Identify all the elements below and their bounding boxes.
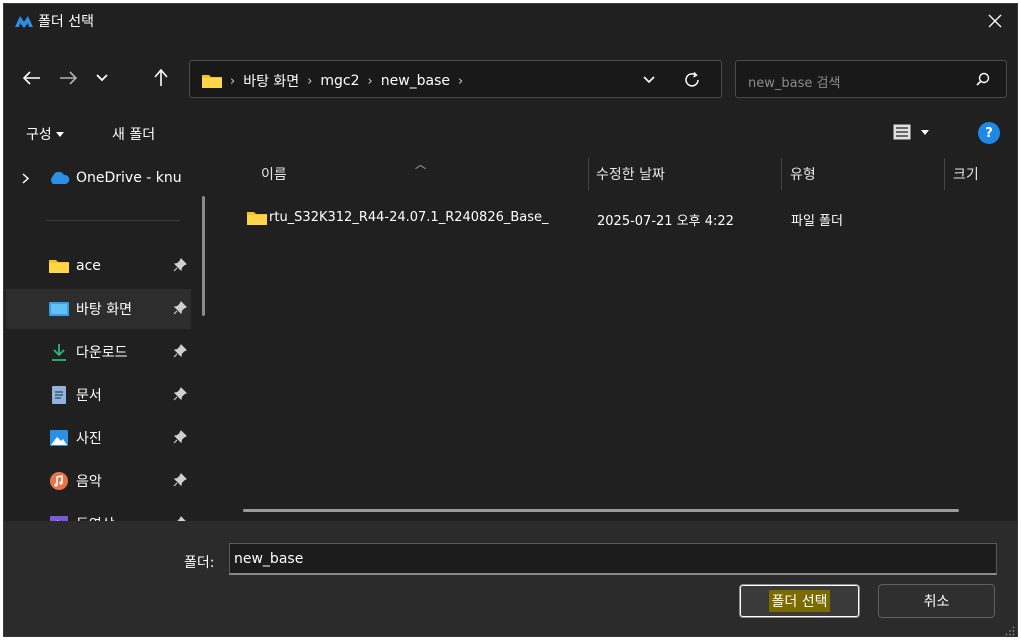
sidebar-item-downloads[interactable]: 다운로드 bbox=[6, 332, 191, 372]
pin-icon bbox=[173, 258, 187, 272]
sidebar-item-label: 바탕 화면 bbox=[76, 302, 132, 318]
forward-button[interactable] bbox=[54, 66, 82, 90]
file-type: 파일 폴더 bbox=[791, 214, 843, 229]
chevron-down-icon bbox=[96, 74, 108, 82]
list-view-icon bbox=[893, 124, 911, 140]
sidebar-item-label: 다운로드 bbox=[76, 345, 128, 361]
folder-icon bbox=[202, 75, 222, 88]
recent-locations-button[interactable] bbox=[88, 66, 116, 90]
sidebar-item-music[interactable]: 음악 bbox=[6, 461, 191, 501]
breadcrumb-desktop[interactable]: 바탕 화면 bbox=[243, 71, 299, 91]
cancel-button[interactable]: 취소 bbox=[878, 584, 995, 618]
arrow-left-icon bbox=[23, 71, 40, 85]
sidebar-item-label: OneDrive - knu bbox=[76, 170, 182, 186]
sidebar-item-desktop[interactable]: 바탕 화면 bbox=[6, 289, 191, 329]
window-title: 폴더 선택 bbox=[38, 14, 94, 30]
resize-grip-icon[interactable] bbox=[1005, 626, 1015, 636]
pictures-icon bbox=[48, 429, 70, 447]
breadcrumb-separator-icon[interactable]: › bbox=[458, 74, 463, 89]
chevron-down-icon bbox=[643, 76, 655, 84]
search-box[interactable]: new_base 검색 bbox=[735, 60, 1007, 98]
sort-ascending-icon: ︿ bbox=[415, 158, 426, 171]
sidebar-item-pictures[interactable]: 사진 bbox=[6, 418, 191, 458]
pin-icon bbox=[173, 430, 187, 444]
breadcrumb: › 바탕 화면 › mgc2 › new_base › bbox=[228, 71, 465, 91]
help-button[interactable]: ? bbox=[978, 122, 1000, 144]
column-header-name[interactable]: 이름 bbox=[261, 164, 287, 184]
download-icon bbox=[48, 343, 70, 361]
back-button[interactable] bbox=[18, 66, 46, 90]
sidebar-item-ace[interactable]: ace bbox=[6, 246, 191, 286]
column-divider[interactable] bbox=[588, 158, 589, 190]
breadcrumb-mgc2[interactable]: mgc2 bbox=[320, 73, 359, 89]
pin-icon bbox=[173, 344, 187, 358]
organize-menu-button[interactable]: 구성 bbox=[26, 124, 64, 144]
dialog-footer: 폴더: 폴더 선택 취소 bbox=[4, 521, 1017, 636]
file-modified: 2025-07-21 오후 4:22 bbox=[597, 214, 734, 229]
horizontal-scrollbar[interactable] bbox=[243, 509, 959, 512]
folder-name-input[interactable] bbox=[229, 543, 997, 575]
sidebar-item-label: 음악 bbox=[76, 474, 102, 490]
sidebar-scrollbar[interactable] bbox=[202, 196, 205, 316]
column-divider[interactable] bbox=[781, 158, 782, 190]
breadcrumb-new-base[interactable]: new_base bbox=[381, 73, 450, 89]
sidebar-item-label: 사진 bbox=[76, 431, 102, 447]
new-folder-button[interactable]: 새 폴더 bbox=[112, 124, 155, 144]
close-button[interactable] bbox=[973, 4, 1017, 38]
breadcrumb-separator-icon: › bbox=[230, 73, 236, 89]
pin-icon bbox=[173, 301, 187, 315]
organize-label: 구성 bbox=[26, 127, 52, 143]
sidebar-item-label: ace bbox=[76, 258, 101, 274]
sidebar-item-videos[interactable]: 동영상 bbox=[6, 504, 191, 522]
document-icon bbox=[48, 386, 70, 404]
folder-picker-dialog: 폴더 선택 › 바탕 화면 › mgc2 › new_base › new_ba… bbox=[3, 3, 1018, 637]
sidebar-item-label: 문서 bbox=[76, 388, 102, 404]
search-placeholder: new_base 검색 bbox=[748, 76, 841, 91]
view-options-button[interactable] bbox=[893, 124, 929, 140]
sidebar-item-documents[interactable]: 문서 bbox=[6, 375, 191, 415]
folder-field-label: 폴더: bbox=[184, 555, 215, 571]
navigation-bar: › 바탕 화면 › mgc2 › new_base › new_base 검색 bbox=[4, 56, 1017, 102]
music-icon bbox=[48, 472, 70, 490]
pin-icon bbox=[173, 387, 187, 401]
address-history-button[interactable] bbox=[639, 70, 659, 90]
desktop-icon bbox=[48, 300, 70, 318]
command-bar: 구성 새 폴더 ? bbox=[4, 116, 1017, 150]
folder-icon bbox=[247, 212, 267, 225]
up-button[interactable] bbox=[147, 66, 175, 90]
file-list: ︿ 이름 수정한 날짜 유형 크기 rtu_S32K312_R44-24.07.… bbox=[217, 156, 1017, 522]
refresh-icon bbox=[685, 71, 699, 87]
close-icon bbox=[988, 14, 1002, 28]
sidebar-divider bbox=[46, 220, 180, 221]
navigation-pane: OneDrive - knu ace 바탕 화면 다운로드 문서 사진 음악 bbox=[4, 156, 209, 522]
chevron-right-icon bbox=[22, 173, 29, 184]
caret-down-icon bbox=[55, 131, 64, 137]
caret-down-icon bbox=[921, 129, 929, 135]
table-row[interactable]: rtu_S32K312_R44-24.07.1_R240826_Base_ 20… bbox=[241, 206, 1001, 232]
address-bar[interactable]: › 바탕 화면 › mgc2 › new_base › bbox=[189, 60, 722, 98]
refresh-button[interactable] bbox=[681, 69, 703, 91]
column-header-type[interactable]: 유형 bbox=[790, 164, 816, 184]
search-icon bbox=[976, 72, 990, 86]
file-name: rtu_S32K312_R44-24.07.1_R240826_Base_ bbox=[269, 210, 549, 225]
column-divider[interactable] bbox=[944, 158, 945, 190]
title-bar: 폴더 선택 bbox=[4, 4, 1017, 38]
folder-icon bbox=[48, 257, 70, 275]
onedrive-icon bbox=[48, 169, 70, 187]
select-folder-label: 폴더 선택 bbox=[768, 590, 831, 612]
breadcrumb-separator-icon: › bbox=[307, 73, 313, 89]
sidebar-item-onedrive[interactable]: OneDrive - knu bbox=[6, 158, 191, 198]
column-header-size[interactable]: 크기 bbox=[953, 164, 979, 184]
column-header-modified[interactable]: 수정한 날짜 bbox=[596, 164, 665, 184]
pin-icon bbox=[173, 473, 187, 487]
app-logo-icon bbox=[15, 16, 33, 28]
select-folder-button[interactable]: 폴더 선택 bbox=[739, 584, 860, 618]
breadcrumb-separator-icon: › bbox=[367, 73, 373, 89]
arrow-up-icon bbox=[154, 69, 168, 86]
arrow-right-icon bbox=[60, 71, 77, 85]
